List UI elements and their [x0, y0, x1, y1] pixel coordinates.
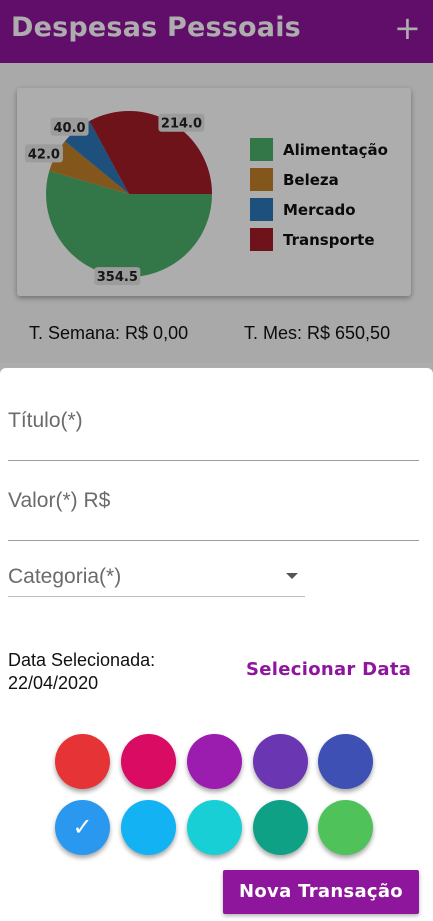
select-date-button[interactable]: Selecionar Data — [246, 659, 411, 680]
color-swatch[interactable] — [318, 800, 373, 855]
title-field[interactable]: Título(*) — [8, 400, 419, 461]
color-swatch[interactable] — [55, 734, 110, 789]
title-placeholder: Título(*) — [8, 409, 83, 432]
value-placeholder: Valor(*) R$ — [8, 489, 111, 512]
check-icon: ✓ — [72, 813, 93, 841]
color-swatch[interactable] — [253, 800, 308, 855]
color-swatch[interactable] — [187, 734, 242, 789]
new-transaction-button[interactable]: Nova Transação — [223, 870, 419, 914]
color-swatch[interactable]: ✓ — [55, 800, 110, 855]
color-swatch[interactable] — [121, 734, 176, 789]
value-field[interactable]: Valor(*) R$ — [8, 480, 419, 541]
form-layer: Título(*) Valor(*) R$ Categoria(*) Data … — [0, 0, 433, 921]
category-dropdown[interactable]: Categoria(*) — [8, 560, 305, 597]
selected-date: Data Selecionada: 22/04/2020 — [8, 649, 155, 695]
color-swatch[interactable] — [121, 800, 176, 855]
category-placeholder: Categoria(*) — [8, 565, 122, 588]
selected-date-label: Data Selecionada: — [8, 650, 156, 670]
color-swatch[interactable] — [318, 734, 373, 789]
selected-date-value: 22/04/2020 — [8, 673, 99, 693]
color-swatch[interactable] — [253, 734, 308, 789]
color-swatch[interactable] — [187, 800, 242, 855]
chevron-down-icon — [286, 573, 298, 579]
